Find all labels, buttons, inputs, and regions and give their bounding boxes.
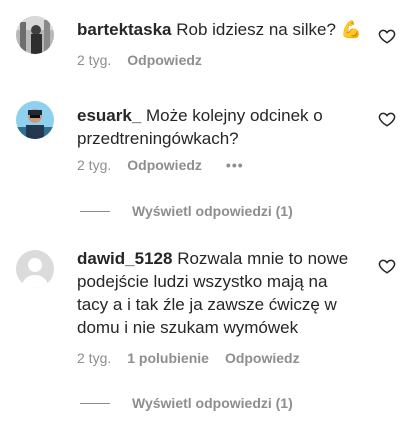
view-replies-label: Wyświetl odpowiedzi (1) xyxy=(132,203,293,219)
comment-meta: 2 tyg. Odpowiedz ••• xyxy=(77,157,244,173)
user-photo-avatar-icon xyxy=(16,101,54,139)
user-photo-avatar-icon xyxy=(16,16,54,54)
like-heart-icon[interactable] xyxy=(378,257,396,275)
avatar[interactable] xyxy=(16,16,54,54)
comment-meta: 2 tyg. 1 polubienie Odpowiedz xyxy=(77,350,316,366)
replies-divider-line xyxy=(80,210,110,212)
comment-meta: 2 tyg. Odpowiedz xyxy=(77,52,218,68)
comment-text: esuark_ Może kolejny odcinek o przedtren… xyxy=(77,104,367,150)
likes-count[interactable]: 1 polubienie xyxy=(127,350,209,366)
comment-username[interactable]: dawid_5128 xyxy=(77,249,172,268)
avatar[interactable] xyxy=(16,101,54,139)
default-avatar-icon xyxy=(16,250,54,288)
view-replies-label: Wyświetl odpowiedzi (1) xyxy=(132,395,293,411)
view-replies-button[interactable]: Wyświetl odpowiedzi (1) xyxy=(80,395,293,411)
more-options-icon[interactable]: ••• xyxy=(226,157,244,173)
replies-divider-line xyxy=(80,402,110,404)
flexed-biceps-icon: 💪 xyxy=(340,20,362,39)
comment-timestamp[interactable]: 2 tyg. xyxy=(77,157,111,173)
reply-button[interactable]: Odpowiedz xyxy=(225,350,300,366)
comment-username[interactable]: esuark_ xyxy=(77,106,141,125)
comment-body: Rob idziesz na silke? xyxy=(176,20,336,39)
reply-button[interactable]: Odpowiedz xyxy=(127,157,202,173)
avatar[interactable] xyxy=(16,250,54,288)
comment-text: bartektaska Rob idziesz na silke? 💪 xyxy=(77,18,367,41)
comment-timestamp[interactable]: 2 tyg. xyxy=(77,350,111,366)
reply-button[interactable]: Odpowiedz xyxy=(127,52,202,68)
view-replies-button[interactable]: Wyświetl odpowiedzi (1) xyxy=(80,203,293,219)
comment-username[interactable]: bartektaska xyxy=(77,20,172,39)
like-heart-icon[interactable] xyxy=(378,110,396,128)
comment-timestamp[interactable]: 2 tyg. xyxy=(77,52,111,68)
like-heart-icon[interactable] xyxy=(378,27,396,45)
comment-text: dawid_5128 Rozwala mnie to nowe podejści… xyxy=(77,247,362,339)
